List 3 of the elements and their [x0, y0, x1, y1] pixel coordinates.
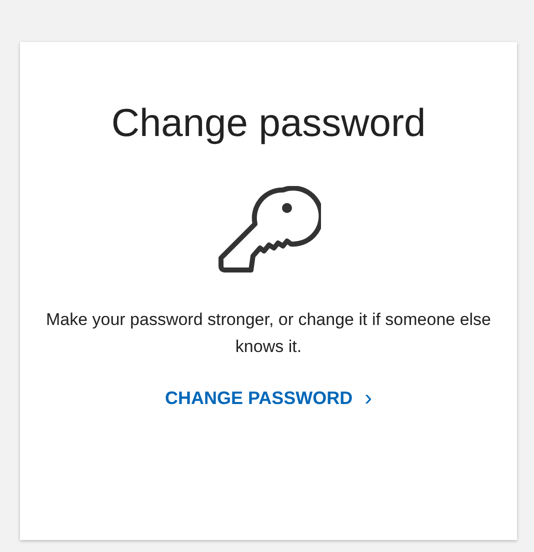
change-password-link[interactable]: CHANGE PASSWORD ›: [164, 388, 372, 409]
card-title: Change password: [111, 101, 426, 147]
card-description: Make your password stronger, or change it if someone else knows it.: [44, 309, 492, 358]
